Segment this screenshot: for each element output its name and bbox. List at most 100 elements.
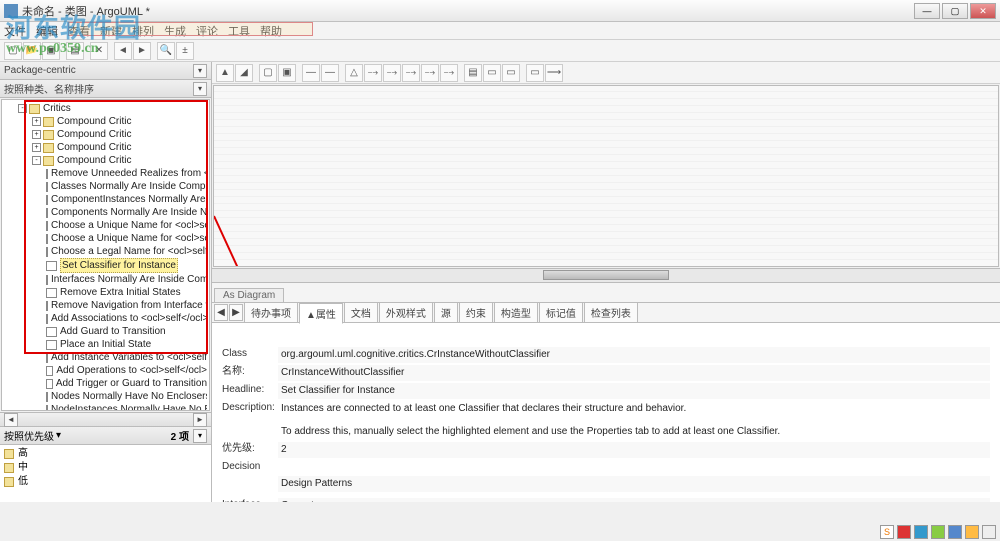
palette-class[interactable]: ▢: [259, 64, 277, 82]
palette-assocclass[interactable]: ▭: [502, 64, 520, 82]
palette-assoc2[interactable]: —: [321, 64, 339, 82]
tab-constraint[interactable]: 约束: [459, 302, 493, 323]
tree-item-0[interactable]: Remove Unneeded Realizes from <ocl>self<…: [4, 167, 207, 180]
priority-medium[interactable]: 中: [4, 461, 207, 475]
tree-item-16[interactable]: Add Trigger or Guard to Transition: [4, 377, 207, 390]
tree-item-9[interactable]: Remove Extra Initial States: [4, 286, 207, 299]
menu-comment[interactable]: 评论: [196, 23, 218, 39]
palette-gen[interactable]: △: [345, 64, 363, 82]
close-button[interactable]: ✕: [970, 3, 996, 19]
palette-assoc[interactable]: —: [302, 64, 320, 82]
maximize-button[interactable]: ▢: [942, 3, 968, 19]
tree-item-1[interactable]: Classes Normally Are Inside Components: [4, 180, 207, 193]
tab-docs[interactable]: 文档: [344, 302, 378, 323]
palette-select[interactable]: ▲: [216, 64, 234, 82]
priority-dropdown[interactable]: ▾: [193, 429, 207, 443]
perspective-label[interactable]: Package-centric: [4, 65, 76, 76]
order-label[interactable]: 按照种类、名称排序: [4, 81, 94, 96]
tree-item-6[interactable]: Choose a Legal Name for <ocl>self</ocl>: [4, 245, 207, 258]
palette-4[interactable]: ⤍: [402, 64, 420, 82]
palette-comment[interactable]: ▭: [526, 64, 544, 82]
tray-ime[interactable]: S: [880, 525, 894, 539]
palette-dep[interactable]: ⤍: [364, 64, 382, 82]
order-dropdown[interactable]: ▾: [193, 82, 207, 96]
menubar: 文件 编辑 查看 新建 排列 生成 评论 工具 帮助: [0, 22, 1000, 40]
tree-item-8[interactable]: Interfaces Normally Are Inside Component…: [4, 273, 207, 286]
tree-item-7[interactable]: Set Classifier for Instance: [4, 258, 207, 273]
menu-arrange[interactable]: 排列: [132, 23, 154, 39]
tool-nav-back[interactable]: ◄: [114, 42, 132, 60]
tab-source[interactable]: 源: [434, 302, 458, 323]
tool-find[interactable]: 🔍: [157, 42, 175, 60]
menu-generate[interactable]: 生成: [164, 23, 186, 39]
tree-item-17[interactable]: Nodes Normally Have No Enclosers: [4, 390, 207, 403]
tray-icon-2[interactable]: [914, 525, 928, 539]
app-icon: [4, 4, 18, 18]
palette-package[interactable]: ▣: [278, 64, 296, 82]
tool-delete[interactable]: ✕: [90, 42, 108, 60]
tree-item-18[interactable]: NodeInstances Normally Have No Enclosers: [4, 403, 207, 411]
menu-help[interactable]: 帮助: [260, 23, 282, 39]
tree-compound-4[interactable]: -Compound Critic: [4, 154, 207, 167]
tool-new[interactable]: ▢: [4, 42, 22, 60]
palette-5[interactable]: ⤍: [421, 64, 439, 82]
menu-file[interactable]: 文件: [4, 23, 26, 39]
tab-tagged[interactable]: 标记值: [539, 302, 583, 323]
tray-icon-4[interactable]: [948, 525, 962, 539]
palette-link[interactable]: ⟶: [545, 64, 563, 82]
canvas-scroll-h[interactable]: [212, 268, 1000, 282]
perspective-dropdown[interactable]: ▾: [193, 64, 207, 78]
tree-scroll-right[interactable]: ►: [193, 413, 207, 427]
tree-compound-1[interactable]: +Compound Critic: [4, 115, 207, 128]
right-pane: ▲ ◢ ▢ ▣ — — △ ⤍ ⤍ ⤍ ⤍ ⤍ ▤ ▭ ▭ ▭ ⟶: [212, 62, 1000, 502]
tree-item-4[interactable]: Choose a Unique Name for <ocl>self</ocl>: [4, 219, 207, 232]
tree-item-5[interactable]: Choose a Unique Name for <ocl>self</ocl>: [4, 232, 207, 245]
tool-print[interactable]: ▤: [66, 42, 84, 60]
tree-compound-2[interactable]: +Compound Critic: [4, 128, 207, 141]
tab-stereotype[interactable]: 构造型: [494, 302, 538, 323]
tab-properties[interactable]: ▲属性: [299, 303, 343, 324]
left-pane: Package-centric ▾ 按照种类、名称排序 ▾ -Critics +…: [0, 62, 212, 502]
palette-real[interactable]: ⤍: [383, 64, 401, 82]
tray-icon-3[interactable]: [931, 525, 945, 539]
tree-item-12[interactable]: Add Guard to Transition: [4, 325, 207, 338]
tray-icon-1[interactable]: [897, 525, 911, 539]
tool-zoom[interactable]: ±: [176, 42, 194, 60]
menu-edit[interactable]: 编辑: [36, 23, 58, 39]
tray-icon-6[interactable]: [982, 525, 996, 539]
tree-scroll-left[interactable]: ◄: [4, 413, 18, 427]
priority-low[interactable]: 低: [4, 475, 207, 489]
tool-nav-fwd[interactable]: ►: [133, 42, 151, 60]
tree-item-11[interactable]: Add Associations to <ocl>self</ocl>: [4, 312, 207, 325]
menu-view[interactable]: 查看: [68, 23, 90, 39]
priority-label[interactable]: 按照优先级: [4, 428, 54, 443]
diagram-tab-as[interactable]: As Diagram: [214, 288, 284, 302]
tool-open[interactable]: 📂: [23, 42, 41, 60]
tree-root[interactable]: -Critics: [4, 102, 207, 115]
menu-new[interactable]: 新建: [100, 23, 122, 39]
tree-item-14[interactable]: Add Instance Variables to <ocl>self</ocl…: [4, 351, 207, 364]
diagram-canvas[interactable]: [213, 85, 999, 267]
tab-nav-left[interactable]: ◀: [214, 304, 228, 321]
tab-nav-right[interactable]: ▶: [229, 304, 243, 321]
tree-item-10[interactable]: Remove Navigation from Interface via Ass…: [4, 299, 207, 312]
menu-tools[interactable]: 工具: [228, 23, 250, 39]
tray-icon-5[interactable]: [965, 525, 979, 539]
tab-checklist[interactable]: 检查列表: [584, 302, 638, 323]
tab-todo[interactable]: 待办事项: [244, 302, 298, 323]
palette-op[interactable]: ▭: [483, 64, 501, 82]
tree-panel[interactable]: -Critics +Compound Critic +Compound Crit…: [1, 99, 210, 411]
tree-compound-3[interactable]: +Compound Critic: [4, 141, 207, 154]
priority-high[interactable]: 高: [4, 447, 207, 461]
tree-item-3[interactable]: Components Normally Are Inside Nodes: [4, 206, 207, 219]
palette-broom[interactable]: ◢: [235, 64, 253, 82]
window-title: 未命名 - 类图 - ArgoUML *: [22, 3, 914, 19]
tree-item-2[interactable]: ComponentInstances Normally Are Inside N…: [4, 193, 207, 206]
tool-save[interactable]: ▣: [42, 42, 60, 60]
minimize-button[interactable]: —: [914, 3, 940, 19]
tree-item-15[interactable]: Add Operations to <ocl>self</ocl>: [4, 364, 207, 377]
palette-6[interactable]: ⤍: [440, 64, 458, 82]
tab-style[interactable]: 外观样式: [379, 302, 433, 323]
tree-item-13[interactable]: Place an Initial State: [4, 338, 207, 351]
palette-attr[interactable]: ▤: [464, 64, 482, 82]
